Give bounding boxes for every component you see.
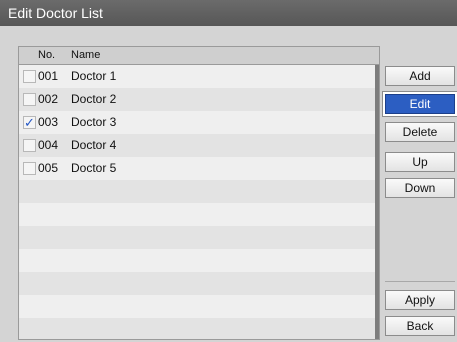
window-title: Edit Doctor List <box>0 0 457 26</box>
list-scrollbar[interactable] <box>375 65 379 339</box>
list-header: No. Name <box>19 47 379 65</box>
table-row[interactable]: 002 Doctor 2 <box>19 88 375 112</box>
row-checkbox[interactable] <box>23 93 36 106</box>
row-no: 001 <box>38 69 59 83</box>
apply-button[interactable]: Apply <box>385 290 455 310</box>
row-no: 005 <box>38 161 59 175</box>
table-row[interactable]: 005 Doctor 5 <box>19 157 375 181</box>
row-checkbox[interactable]: ✓ <box>23 116 36 129</box>
row-name: Doctor 3 <box>71 115 117 129</box>
empty-row <box>19 203 375 227</box>
up-button[interactable]: Up <box>385 152 455 172</box>
empty-row <box>19 318 375 339</box>
row-name: Doctor 4 <box>71 138 117 152</box>
row-name: Doctor 1 <box>71 69 117 83</box>
row-name: Doctor 5 <box>71 161 117 175</box>
row-no: 004 <box>38 138 59 152</box>
empty-row <box>19 249 375 273</box>
button-divider <box>385 281 455 282</box>
row-no: 003 <box>38 115 59 129</box>
table-row[interactable]: 004 Doctor 4 <box>19 134 375 158</box>
row-checkbox[interactable] <box>23 70 36 83</box>
edit-button[interactable]: Edit <box>385 94 455 114</box>
row-checkbox[interactable] <box>23 139 36 152</box>
row-name: Doctor 2 <box>71 92 117 106</box>
row-checkbox[interactable] <box>23 162 36 175</box>
empty-row <box>19 272 375 296</box>
table-row[interactable]: 001 Doctor 1 <box>19 65 375 89</box>
add-button[interactable]: Add <box>385 66 455 86</box>
empty-row <box>19 295 375 319</box>
empty-row <box>19 180 375 204</box>
column-header-name: Name <box>71 49 101 61</box>
down-button[interactable]: Down <box>385 178 455 198</box>
delete-button[interactable]: Delete <box>385 122 455 142</box>
column-header-no: No. <box>38 49 56 61</box>
table-row[interactable]: ✓ 003 Doctor 3 <box>19 111 375 135</box>
empty-row <box>19 226 375 250</box>
doctor-list: No. Name 001 Doctor 1 002 Doctor 2 ✓ 003… <box>18 46 380 340</box>
row-no: 002 <box>38 92 59 106</box>
back-button[interactable]: Back <box>385 316 455 336</box>
